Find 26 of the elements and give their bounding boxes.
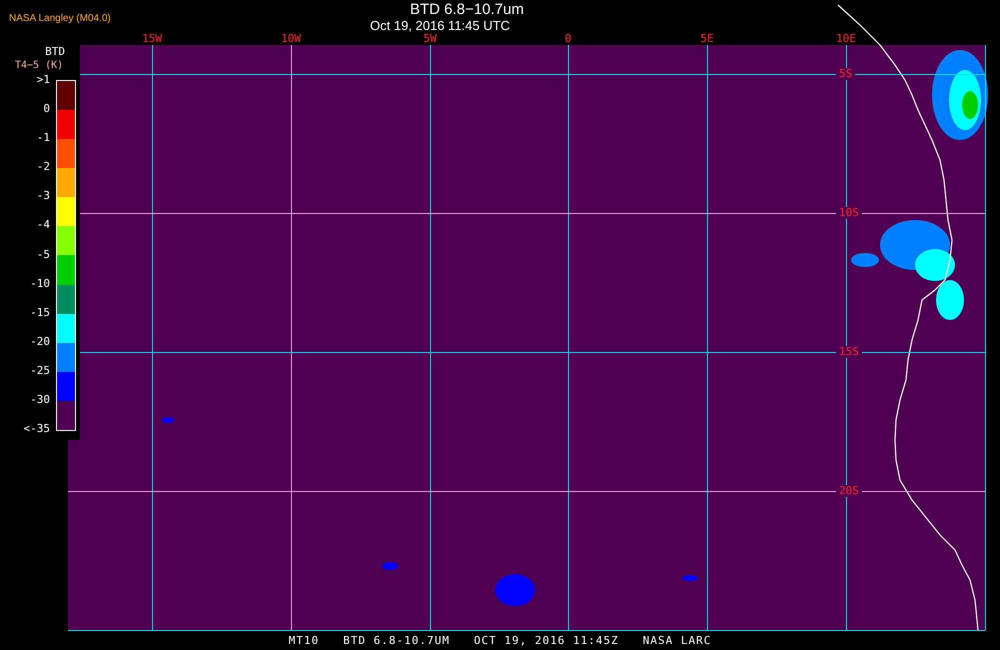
legend-tick-label: -4 bbox=[36, 218, 50, 232]
legend-tick-label: -25 bbox=[30, 364, 50, 378]
footer-text: OCT 19, 2016 11:45Z bbox=[474, 634, 619, 647]
legend-units: T4−5 (K) bbox=[15, 60, 64, 71]
legend-tick-label: >1 bbox=[36, 73, 50, 87]
latitude-label: 5S bbox=[836, 68, 856, 80]
legend-tick-label: -5 bbox=[36, 248, 50, 262]
footer-text: MT10 bbox=[288, 634, 320, 647]
legend-tick-label: -3 bbox=[36, 189, 50, 204]
timestamp: Oct 19, 2016 11:45 UTC bbox=[370, 18, 510, 33]
legend-tick-label: -15 bbox=[30, 306, 50, 320]
legend-tick-label: -2 bbox=[36, 160, 50, 174]
legend-tick-label: -1 bbox=[36, 131, 50, 146]
legend-tick-label: -20 bbox=[30, 334, 50, 349]
latitude-label: 10S bbox=[836, 207, 862, 219]
legend-tick-label: 0 bbox=[43, 102, 50, 116]
legend-tick-label: -10 bbox=[30, 276, 50, 291]
footer-text: NASA LARC bbox=[642, 634, 712, 647]
image-title: BTD 6.8−10.7um bbox=[410, 1, 524, 18]
legend-tick-label: <-35 bbox=[24, 422, 50, 436]
footer-text: BTD 6.8-10.7UM bbox=[343, 634, 450, 647]
producer-label: NASA Langley (M04.0) bbox=[9, 13, 111, 24]
legend-tick-label: -30 bbox=[30, 392, 50, 407]
legend-title: BTD bbox=[45, 45, 65, 58]
latitude-label: 15S bbox=[836, 346, 862, 358]
latitude-label: 20S bbox=[836, 485, 862, 497]
